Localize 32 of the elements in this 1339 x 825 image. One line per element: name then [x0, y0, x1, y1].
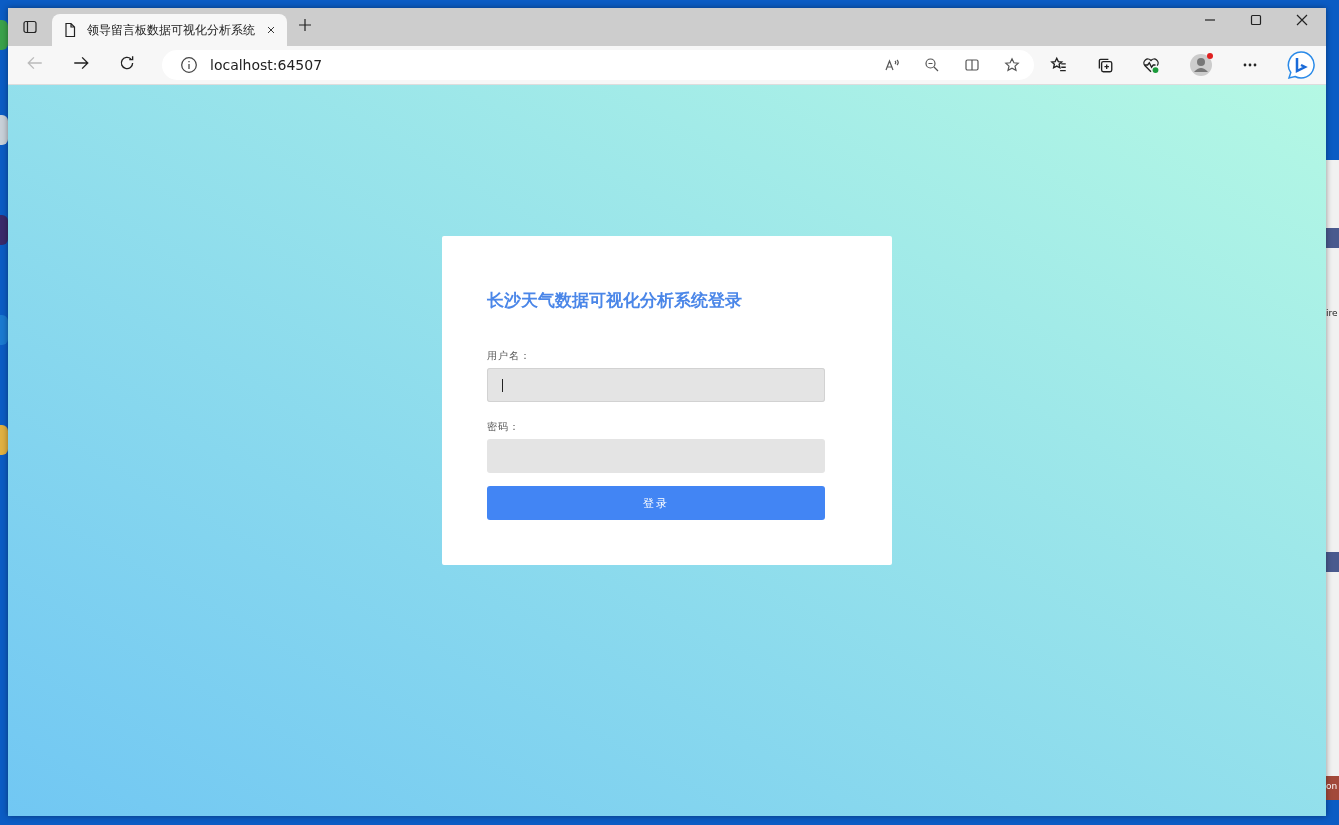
address-bar[interactable]: localhost:64507 [162, 50, 1034, 80]
input-field[interactable] [487, 439, 825, 473]
star-icon[interactable] [1004, 57, 1020, 73]
input-field[interactable] [487, 368, 825, 402]
close-icon[interactable] [265, 24, 277, 36]
refresh-icon[interactable] [118, 54, 136, 72]
maximize-icon[interactable] [1248, 12, 1264, 28]
app-icon[interactable] [0, 425, 8, 455]
app-icon[interactable] [0, 115, 8, 145]
favorites-icon[interactable] [1050, 56, 1068, 74]
new-tab-icon[interactable] [297, 17, 313, 33]
forward-icon[interactable] [72, 54, 90, 72]
field-label: 密码： [487, 420, 520, 434]
page-icon[interactable] [62, 22, 78, 38]
split-screen-icon[interactable] [964, 57, 980, 73]
close-icon[interactable] [1294, 12, 1310, 28]
url-text: localhost:64507 [210, 57, 324, 73]
window-text: ire [1326, 308, 1338, 318]
read-aloud-icon[interactable] [884, 57, 900, 73]
info-icon[interactable] [180, 56, 198, 74]
chat-assistant-icon[interactable] [1286, 50, 1316, 80]
login-title: 长沙天气数据可视化分析系统登录 [487, 289, 742, 312]
app-icon[interactable] [0, 20, 8, 50]
tab-actions-icon[interactable] [22, 19, 38, 35]
profile-avatar-icon[interactable] [1188, 52, 1214, 78]
collections-icon[interactable] [1096, 56, 1114, 74]
health-icon[interactable] [1142, 56, 1160, 74]
login-button[interactable]: 登录 [487, 486, 825, 520]
zoom-out-icon[interactable] [924, 57, 940, 73]
field-label: 用户名： [487, 349, 531, 363]
browser-tab[interactable]: 领导留言板数据可视化分析系统 [52, 14, 287, 46]
window-text: on [1326, 781, 1338, 791]
